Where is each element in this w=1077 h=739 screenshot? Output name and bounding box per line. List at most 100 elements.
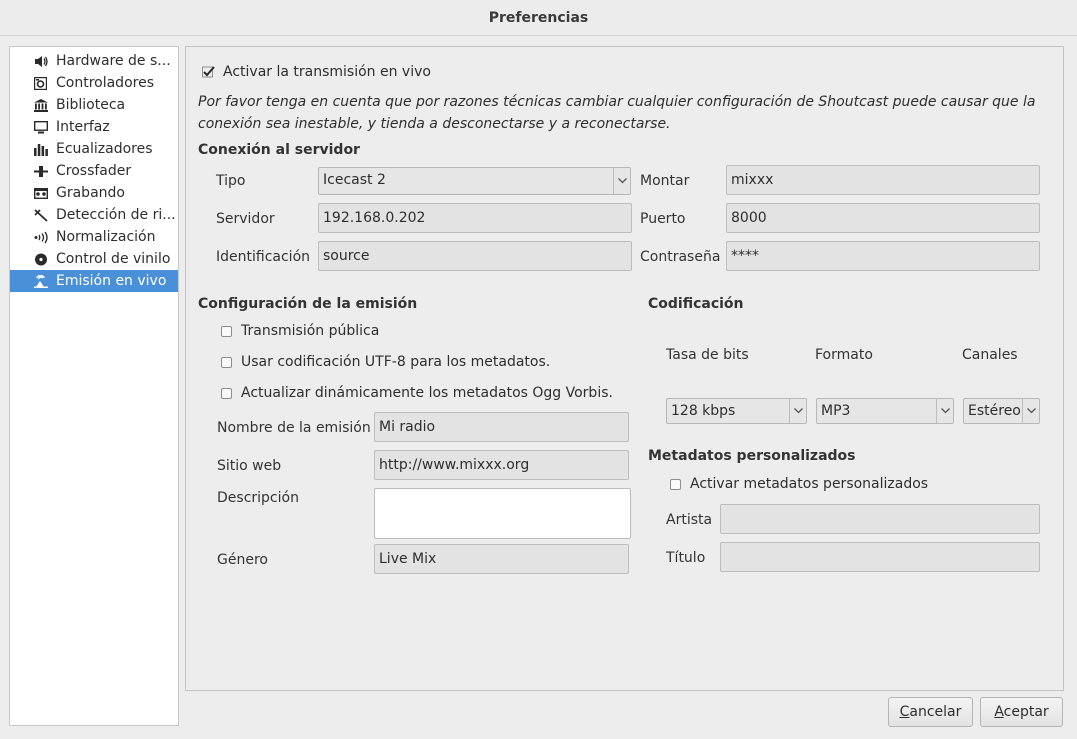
host-field[interactable]: 192.168.0.202 bbox=[318, 203, 632, 233]
public-stream-label: Transmisión pública bbox=[241, 323, 380, 339]
host-label: Servidor bbox=[216, 211, 275, 227]
accept-label-rest: ceptar bbox=[1003, 704, 1049, 720]
equalizer-icon bbox=[32, 141, 49, 157]
server-type-select[interactable]: Icecast 2 bbox=[318, 167, 631, 195]
server-connection-heading: Conexión al servidor bbox=[198, 142, 360, 158]
artist-field[interactable] bbox=[720, 504, 1040, 534]
website-field[interactable]: http://www.mixxx.org bbox=[374, 450, 629, 480]
sidebar-item-interface[interactable]: Interfaz bbox=[10, 116, 178, 138]
chevron-down-icon bbox=[936, 399, 953, 423]
artist-label: Artista bbox=[666, 512, 713, 528]
sidebar-item-crossfader[interactable]: Crossfader bbox=[10, 160, 178, 182]
cancel-label-rest: ancelar bbox=[909, 704, 962, 720]
enable-live-broadcasting-label: Activar la transmisión en vivo bbox=[223, 64, 431, 80]
normalization-icon bbox=[32, 229, 49, 245]
website-label: Sitio web bbox=[217, 458, 282, 474]
sidebar-item-live-broadcasting[interactable]: Emisión en vivo bbox=[10, 270, 178, 292]
port-field[interactable]: 8000 bbox=[726, 203, 1040, 233]
chevron-down-icon bbox=[613, 168, 630, 194]
cancel-mnemonic: C bbox=[899, 704, 910, 720]
broadcast-icon bbox=[32, 273, 49, 289]
bitrate-label: Tasa de bits bbox=[666, 347, 749, 363]
encoding-heading: Codificación bbox=[648, 296, 744, 312]
vinyl-icon bbox=[32, 251, 49, 267]
ogg-metadata-checkbox[interactable]: Actualizar dinámicamente los metadatos O… bbox=[221, 385, 613, 401]
stream-settings-heading: Configuración de la emisión bbox=[198, 296, 418, 312]
monitor-icon bbox=[32, 119, 49, 135]
enable-custom-metadata-checkbox[interactable]: Activar metadatos personalizados bbox=[670, 476, 928, 492]
server-type-value: Icecast 2 bbox=[323, 172, 386, 188]
sidebar-item-equalizers[interactable]: Ecualizadores bbox=[10, 138, 178, 160]
check-icon bbox=[201, 65, 215, 79]
sidebar-item-library[interactable]: Biblioteca bbox=[10, 94, 178, 116]
description-label: Descripción bbox=[217, 490, 299, 506]
cancel-button[interactable]: Cancelar bbox=[888, 697, 973, 727]
custom-metadata-heading: Metadatos personalizados bbox=[648, 448, 856, 464]
genre-field[interactable]: Live Mix bbox=[374, 544, 629, 574]
public-stream-checkbox[interactable]: Transmisión pública bbox=[221, 323, 379, 339]
sidebar-item-recording[interactable]: Grabando bbox=[10, 182, 178, 204]
enable-custom-metadata-label: Activar metadatos personalizados bbox=[690, 476, 929, 492]
type-label: Tipo bbox=[216, 173, 246, 189]
crossfader-icon bbox=[32, 163, 49, 179]
utf8-metadata-checkbox[interactable]: Usar codificación UTF-8 para los metadat… bbox=[221, 354, 550, 370]
title-field[interactable] bbox=[720, 542, 1040, 572]
chevron-down-icon bbox=[789, 399, 806, 423]
genre-label: Género bbox=[217, 552, 268, 568]
bitrate-value: 128 kbps bbox=[671, 403, 736, 419]
accept-button[interactable]: Aceptar bbox=[980, 697, 1063, 727]
login-field[interactable]: source bbox=[318, 241, 632, 271]
sidebar-item-label: Normalización bbox=[56, 229, 156, 245]
channels-select[interactable]: Estéreo bbox=[963, 398, 1040, 424]
password-label: Contraseña bbox=[640, 249, 721, 265]
checkbox-box bbox=[221, 387, 232, 399]
port-label: Puerto bbox=[640, 211, 686, 227]
accept-mnemonic: A bbox=[994, 704, 1004, 720]
sidebar-item-label: Ecualizadores bbox=[56, 141, 153, 157]
chevron-down-icon bbox=[1022, 399, 1039, 423]
controller-icon bbox=[32, 75, 49, 91]
recording-icon bbox=[32, 185, 49, 201]
checkbox-box bbox=[221, 325, 232, 337]
password-field[interactable]: **** bbox=[726, 241, 1040, 271]
sidebar-item-label: Emisión en vivo bbox=[56, 273, 167, 289]
live-broadcasting-panel: Activar la transmisión en vivo Por favor… bbox=[185, 46, 1064, 691]
sidebar-item-label: Grabando bbox=[56, 185, 125, 201]
preferences-sidebar: Hardware de s... Controladores Bibliotec… bbox=[9, 46, 179, 726]
sidebar-item-hardware[interactable]: Hardware de s... bbox=[10, 50, 178, 72]
stream-name-field[interactable]: Mi radio bbox=[374, 412, 629, 442]
library-icon bbox=[32, 97, 49, 113]
bitrate-select[interactable]: 128 kbps bbox=[666, 398, 807, 424]
mount-label: Montar bbox=[640, 173, 690, 189]
mount-field[interactable]: mixxx bbox=[726, 165, 1040, 195]
sidebar-item-label: Controladores bbox=[56, 75, 154, 91]
stream-name-label: Nombre de la emisión bbox=[217, 420, 371, 436]
format-select[interactable]: MP3 bbox=[816, 398, 954, 424]
sidebar-item-label: Crossfader bbox=[56, 163, 132, 179]
window-title: Preferencias bbox=[0, 0, 1077, 36]
login-label: Identificación bbox=[216, 249, 311, 265]
sidebar-item-label: Control de vinilo bbox=[56, 251, 171, 267]
channels-value: Estéreo bbox=[968, 403, 1021, 419]
sidebar-item-label: Detección de ri... bbox=[56, 207, 176, 223]
beat-detection-icon bbox=[32, 207, 49, 223]
title-label: Título bbox=[666, 550, 706, 566]
description-textarea[interactable] bbox=[374, 488, 631, 539]
sidebar-item-normalization[interactable]: Normalización bbox=[10, 226, 178, 248]
checkbox-box bbox=[670, 478, 681, 490]
sidebar-item-label: Interfaz bbox=[56, 119, 110, 135]
speaker-icon bbox=[32, 53, 49, 69]
sidebar-item-beat-detection[interactable]: Detección de ri... bbox=[10, 204, 178, 226]
sidebar-item-label: Biblioteca bbox=[56, 97, 126, 113]
sidebar-item-label: Hardware de s... bbox=[56, 53, 171, 69]
sidebar-item-controllers[interactable]: Controladores bbox=[10, 72, 178, 94]
shoutcast-warning-note: Por favor tenga en cuenta que por razone… bbox=[198, 94, 1036, 132]
channels-label: Canales bbox=[962, 347, 1018, 363]
ogg-metadata-label: Actualizar dinámicamente los metadatos O… bbox=[241, 385, 613, 401]
enable-live-broadcasting-checkbox[interactable]: Activar la transmisión en vivo bbox=[201, 64, 431, 80]
utf8-metadata-label: Usar codificación UTF-8 para los metadat… bbox=[241, 354, 551, 370]
sidebar-item-vinyl-control[interactable]: Control de vinilo bbox=[10, 248, 178, 270]
checkbox-box bbox=[221, 356, 232, 368]
format-value: MP3 bbox=[821, 403, 851, 419]
format-label: Formato bbox=[815, 347, 873, 363]
